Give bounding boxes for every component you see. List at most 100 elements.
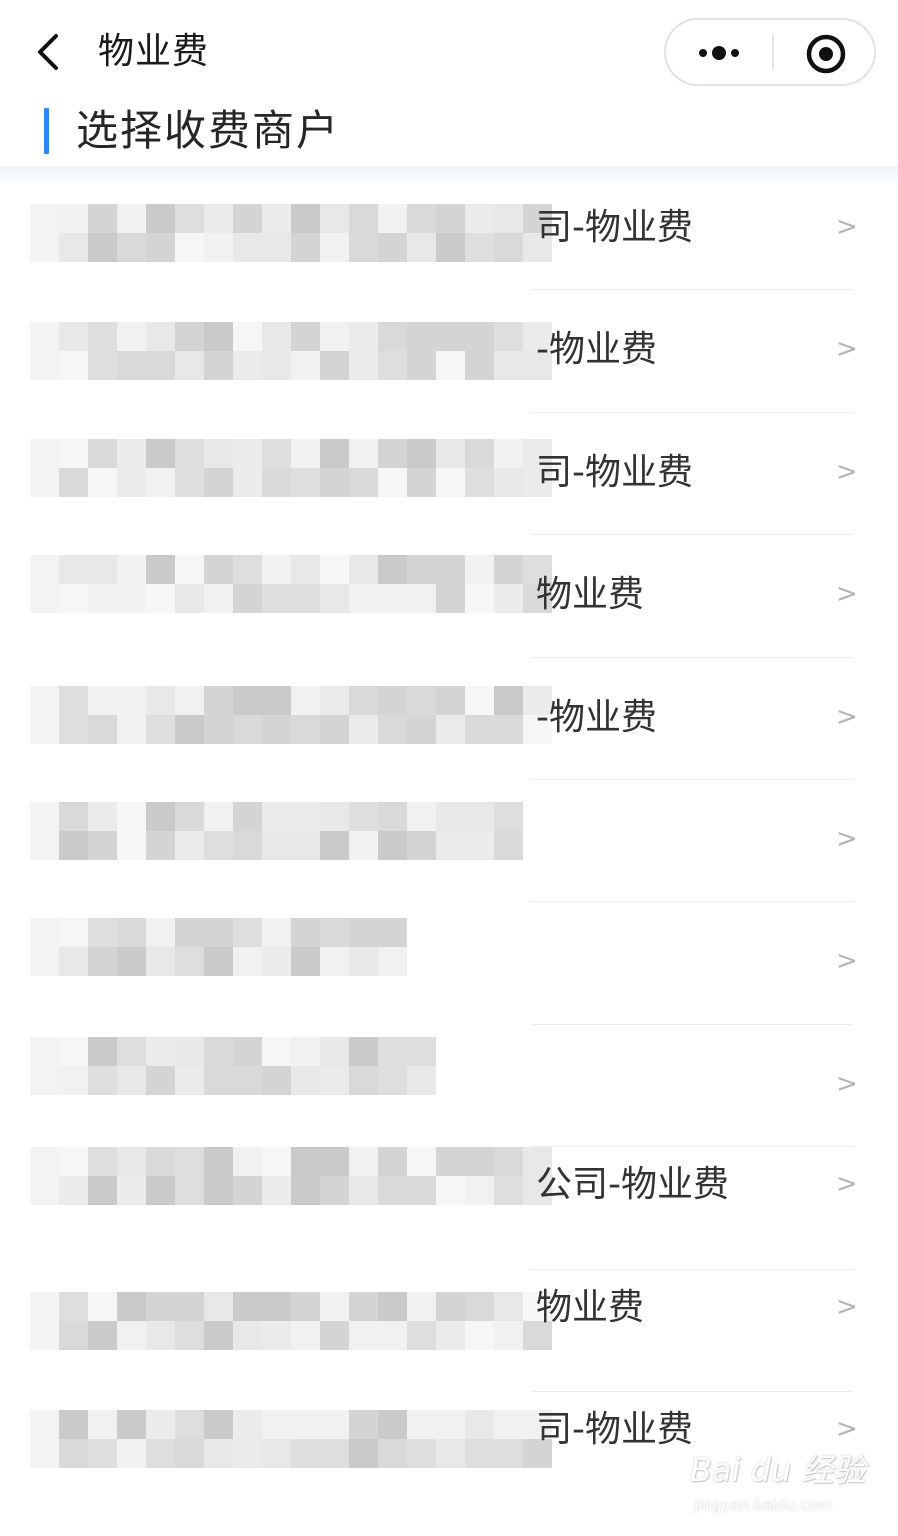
mosaic-cell xyxy=(436,351,465,381)
mosaic-cell xyxy=(146,714,175,744)
mosaic-cell xyxy=(204,438,233,468)
mosaic-cell xyxy=(117,233,146,262)
merchant-row[interactable]: 公司-物业费 > xyxy=(0,1147,898,1270)
mosaic-cell xyxy=(30,1320,59,1350)
mosaic-cell xyxy=(320,830,349,860)
mosaic-cell xyxy=(30,1065,59,1095)
mosaic-cell xyxy=(494,714,523,744)
mosaic-cell xyxy=(59,801,88,831)
mosaic-cell xyxy=(262,1036,291,1066)
mosaic-cell xyxy=(59,1320,88,1350)
mosaic-cell xyxy=(88,1291,117,1321)
mosaic-cell xyxy=(59,1065,88,1095)
mosaic-cell xyxy=(175,685,204,715)
mosaic-cell xyxy=(320,467,349,497)
mosaic-cell xyxy=(233,918,262,948)
mosaic-cell xyxy=(146,584,175,614)
mosaic-cell xyxy=(146,1176,175,1206)
merchant-row[interactable]: 物业费 > xyxy=(0,1270,898,1392)
mosaic-cell xyxy=(465,322,494,352)
mosaic-cell xyxy=(30,1147,59,1177)
mosaic-cell xyxy=(117,947,146,977)
mosaic-cell xyxy=(117,714,146,744)
redacted-merchant-name xyxy=(30,322,552,381)
mosaic-cell xyxy=(146,438,175,468)
mosaic-cell xyxy=(30,351,59,381)
mosaic-cell xyxy=(262,685,291,715)
mosaic-cell xyxy=(349,467,378,497)
mosaic-cell xyxy=(378,1291,407,1321)
mosaic-cell xyxy=(349,947,378,977)
mosaic-cell xyxy=(204,233,233,262)
mosaic-cell xyxy=(30,830,59,860)
merchant-row[interactable]: > xyxy=(0,1025,898,1148)
mosaic-cell xyxy=(291,918,320,948)
merchant-row[interactable]: -物业费 > xyxy=(0,290,898,413)
mosaic-cell xyxy=(59,947,88,977)
mosaic-cell xyxy=(436,584,465,614)
mosaic-cell xyxy=(291,1147,320,1177)
mosaic-cell xyxy=(59,714,88,744)
merchant-row[interactable]: 司-物业费 > xyxy=(0,168,898,291)
mosaic-cell xyxy=(378,1176,407,1206)
mosaic-cell xyxy=(320,555,349,585)
mosaic-cell xyxy=(349,322,378,352)
mosaic-cell xyxy=(175,947,204,977)
mosaic-cell xyxy=(204,801,233,831)
mosaic-cell xyxy=(88,233,117,262)
page-title: 物业费 xyxy=(98,31,210,72)
mosaic-cell xyxy=(233,830,262,860)
mosaic-cell xyxy=(494,438,523,468)
merchant-row[interactable]: 司-物业费 > xyxy=(0,413,898,536)
mosaic-cell xyxy=(146,233,175,262)
close-miniprogram-button[interactable] xyxy=(776,22,872,82)
merchant-name-text: -物业费 xyxy=(536,696,657,738)
merchant-row[interactable]: 物业费 > xyxy=(0,535,898,658)
mosaic-cell xyxy=(465,555,494,585)
mosaic-cell xyxy=(262,714,291,744)
mosaic-cell xyxy=(465,351,494,381)
mosaic-cell xyxy=(465,801,494,831)
mosaic-cell xyxy=(88,1147,117,1177)
mosaic-cell xyxy=(117,1147,146,1177)
mosaic-cell xyxy=(59,351,88,381)
mosaic-cell xyxy=(175,1291,204,1321)
mosaic-cell xyxy=(320,685,349,715)
mosaic-cell xyxy=(436,555,465,585)
mosaic-cell xyxy=(494,685,523,715)
mosaic-cell xyxy=(204,1409,233,1439)
mosaic-cell xyxy=(88,322,117,352)
mosaic-cell xyxy=(378,714,407,744)
mosaic-cell xyxy=(175,1036,204,1066)
more-button[interactable] xyxy=(668,22,770,82)
mosaic-cell xyxy=(88,1036,117,1066)
mosaic-cell xyxy=(378,351,407,381)
mosaic-cell xyxy=(349,801,378,831)
mosaic-cell xyxy=(59,918,88,948)
mosaic-cell xyxy=(291,801,320,831)
mosaic-cell xyxy=(378,1065,407,1095)
mosaic-cell xyxy=(407,1065,436,1095)
merchant-row[interactable]: > xyxy=(0,902,898,1025)
merchant-row[interactable]: > xyxy=(0,780,898,903)
mosaic-cell xyxy=(175,233,204,262)
mosaic-cell xyxy=(88,555,117,585)
mosaic-cell xyxy=(320,1176,349,1206)
mosaic-cell xyxy=(88,1320,117,1350)
mosaic-cell xyxy=(407,555,436,585)
mosaic-cell xyxy=(378,467,407,497)
top-nav-bar: 物业费 xyxy=(0,0,898,100)
mosaic-cell xyxy=(117,1036,146,1066)
mosaic-cell xyxy=(378,1438,407,1468)
mosaic-cell xyxy=(436,714,465,744)
mosaic-cell xyxy=(204,467,233,497)
back-button[interactable] xyxy=(26,24,74,80)
mosaic-cell xyxy=(146,204,175,233)
mosaic-cell xyxy=(146,555,175,585)
redacted-merchant-name xyxy=(30,1036,436,1095)
mosaic-cell xyxy=(88,830,117,860)
mosaic-cell xyxy=(146,830,175,860)
mosaic-cell xyxy=(407,1409,436,1439)
mosaic-cell xyxy=(204,1036,233,1066)
merchant-row[interactable]: -物业费 > xyxy=(0,658,898,780)
